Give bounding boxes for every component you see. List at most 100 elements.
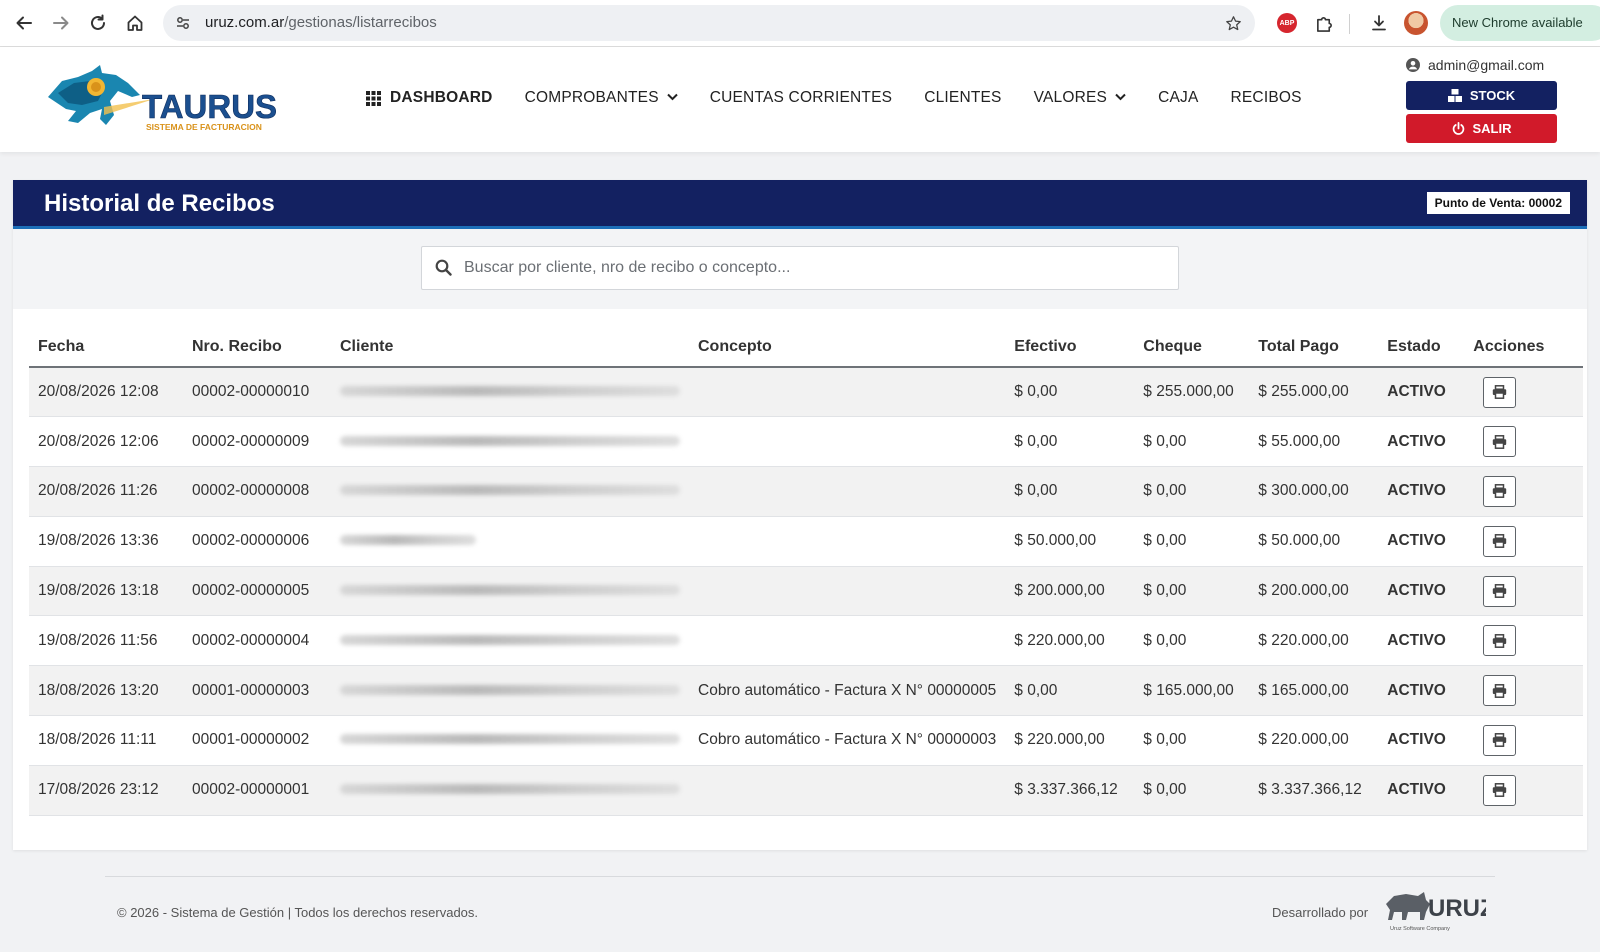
print-button[interactable] [1483, 675, 1517, 707]
cell-concepto: Cobro automático - Factura X N° 00000005 [689, 665, 1006, 717]
table-row[interactable]: 18/08/2026 11:11 00001-00000002 Cobro auto… [29, 715, 1583, 766]
cell-estado: ACTIVO [1378, 765, 1465, 816]
cell-total-pago: $ 200.000,00 [1249, 566, 1379, 617]
back-icon[interactable] [11, 10, 37, 36]
col-estado[interactable]: Estado [1378, 327, 1465, 368]
cell-cliente [331, 416, 689, 468]
chevron-down-icon [667, 92, 678, 104]
cell-cheque: $ 0,00 [1134, 566, 1250, 617]
nav-caja[interactable]: CAJA [1158, 89, 1198, 107]
cell-total-pago: $ 165.000,00 [1249, 665, 1379, 717]
user-email: admin@gmail.com [1406, 57, 1544, 73]
search-input[interactable] [464, 253, 1164, 283]
redacted-client-name [340, 535, 476, 546]
chevron-down-icon [1115, 92, 1126, 104]
footer-divider [105, 876, 1495, 877]
card-header: Historial de Recibos Punto de Venta: 000… [13, 180, 1587, 229]
uruz-logo[interactable]: URUZ Uruz Software Company [1384, 890, 1495, 934]
nav-valores[interactable]: VALORES [1034, 89, 1126, 107]
punto-venta-badge: Punto de Venta: 00002 [1426, 192, 1570, 214]
power-icon [1452, 122, 1465, 135]
reload-icon[interactable] [85, 10, 111, 36]
cell-efectivo: $ 0,00 [1005, 416, 1135, 468]
nav-recibos[interactable]: RECIBOS [1231, 89, 1302, 107]
print-button[interactable] [1483, 475, 1517, 507]
cell-estado: ACTIVO [1378, 416, 1465, 468]
table-row[interactable]: 17/08/2026 23:12 00002-00000001 $ 3.337.36… [29, 765, 1583, 816]
print-button[interactable] [1483, 575, 1517, 607]
table-row[interactable]: 19/08/2026 13:18 00002-00000005 $ 200.000,… [29, 566, 1583, 617]
nav-cuentas-corrientes[interactable]: CUENTAS CORRIENTES [710, 89, 892, 107]
col-fecha[interactable]: Fecha [29, 327, 183, 368]
uruz-logo-subtitle: Uruz Software Company [1390, 926, 1450, 932]
download-icon[interactable] [1367, 11, 1391, 35]
browser-toolbar: uruz.com.ar/gestionas/listarrecibos ABP … [0, 0, 1600, 47]
nav-valores-label: VALORES [1033, 89, 1108, 106]
new-chrome-available-button[interactable]: New Chrome available [1440, 5, 1600, 41]
table-row[interactable]: 18/08/2026 13:20 00001-00000003 Cobro auto… [29, 665, 1583, 717]
logout-button-label: SALIR [1472, 121, 1512, 136]
logout-button[interactable]: SALIR [1406, 114, 1557, 143]
nav-clientes[interactable]: CLIENTES [924, 89, 1001, 107]
home-icon[interactable] [122, 10, 148, 36]
table-row[interactable]: 19/08/2026 11:56 00002-00000004 $ 220.000,… [29, 615, 1583, 667]
abp-label: ABP [1277, 13, 1297, 33]
col-cliente[interactable]: Cliente [331, 327, 689, 368]
recibos-table: Fecha Nro. Recibo Cliente Concepto Efect… [29, 327, 1583, 816]
print-icon [1492, 633, 1507, 648]
stock-button[interactable]: STOCK [1406, 81, 1557, 110]
cell-nro-recibo: 00002-00000009 [183, 416, 331, 468]
cell-cheque: $ 0,00 [1134, 765, 1250, 816]
print-button[interactable] [1483, 724, 1517, 756]
cell-efectivo: $ 0,00 [1005, 665, 1135, 717]
boxes-icon [1447, 89, 1462, 102]
adblock-extension-icon[interactable]: ABP [1275, 11, 1299, 35]
table-row[interactable]: 19/08/2026 13:36 00002-00000006 $ 50.000,0… [29, 516, 1583, 567]
nav-comprobantes[interactable]: COMPROBANTES [525, 89, 678, 107]
uruz-logo-text: URUZ [1428, 895, 1486, 922]
cell-acciones [1464, 715, 1583, 766]
print-button[interactable] [1483, 525, 1517, 557]
cell-concepto [689, 566, 1006, 617]
col-efectivo[interactable]: Efectivo [1005, 327, 1135, 368]
table-row[interactable]: 20/08/2026 12:06 00002-00000009 $ 0,00 $ 0,… [29, 416, 1583, 468]
cell-fecha: 19/08/2026 13:18 [29, 566, 183, 617]
forward-icon[interactable] [48, 10, 74, 36]
cell-total-pago: $ 300.000,00 [1249, 466, 1379, 517]
col-total-pago[interactable]: Total Pago [1249, 327, 1379, 368]
cell-concepto: Cobro automático - Factura X N° 00000003 [689, 715, 1006, 766]
print-icon [1492, 534, 1507, 549]
cell-concepto [689, 615, 1006, 667]
cell-fecha: 19/08/2026 11:56 [29, 615, 183, 667]
nav-dashboard[interactable]: DASHBOARD [366, 89, 493, 107]
col-nro-recibo[interactable]: Nro. Recibo [183, 327, 331, 368]
cell-acciones [1464, 615, 1583, 667]
cell-fecha: 17/08/2026 23:12 [29, 765, 183, 816]
table-row[interactable]: 20/08/2026 12:08 00002-00000010 $ 0,00 $ 25… [29, 367, 1583, 418]
cell-fecha: 18/08/2026 11:11 [29, 715, 183, 766]
site-settings-icon[interactable] [173, 13, 193, 33]
cell-nro-recibo: 00002-00000005 [183, 566, 331, 617]
print-button[interactable] [1483, 774, 1517, 806]
print-icon [1492, 783, 1507, 798]
extensions-puzzle-icon[interactable] [1312, 11, 1336, 35]
print-button[interactable] [1483, 376, 1517, 408]
col-cheque[interactable]: Cheque [1134, 327, 1250, 368]
profile-avatar[interactable] [1404, 11, 1428, 35]
print-button[interactable] [1483, 426, 1517, 458]
table-row[interactable]: 20/08/2026 11:26 00002-00000008 $ 0,00 $ 0,… [29, 466, 1583, 517]
taurus-logo[interactable]: TAURUS SISTEMA DE FACTURACION [44, 63, 277, 133]
cell-nro-recibo: 00001-00000003 [183, 665, 331, 717]
cell-cheque: $ 165.000,00 [1134, 665, 1250, 717]
address-bar[interactable]: uruz.com.ar/gestionas/listarrecibos [163, 5, 1255, 41]
cell-efectivo: $ 200.000,00 [1005, 566, 1135, 617]
search-box[interactable] [421, 246, 1179, 290]
cell-nro-recibo: 00002-00000008 [183, 466, 331, 517]
print-button[interactable] [1483, 625, 1517, 657]
bookmark-star-icon[interactable] [1223, 13, 1243, 33]
cell-total-pago: $ 50.000,00 [1249, 516, 1379, 567]
cell-acciones [1464, 466, 1583, 517]
col-concepto[interactable]: Concepto [689, 327, 1006, 368]
cell-nro-recibo: 00001-00000002 [183, 715, 331, 766]
cell-estado: ACTIVO [1378, 615, 1465, 667]
